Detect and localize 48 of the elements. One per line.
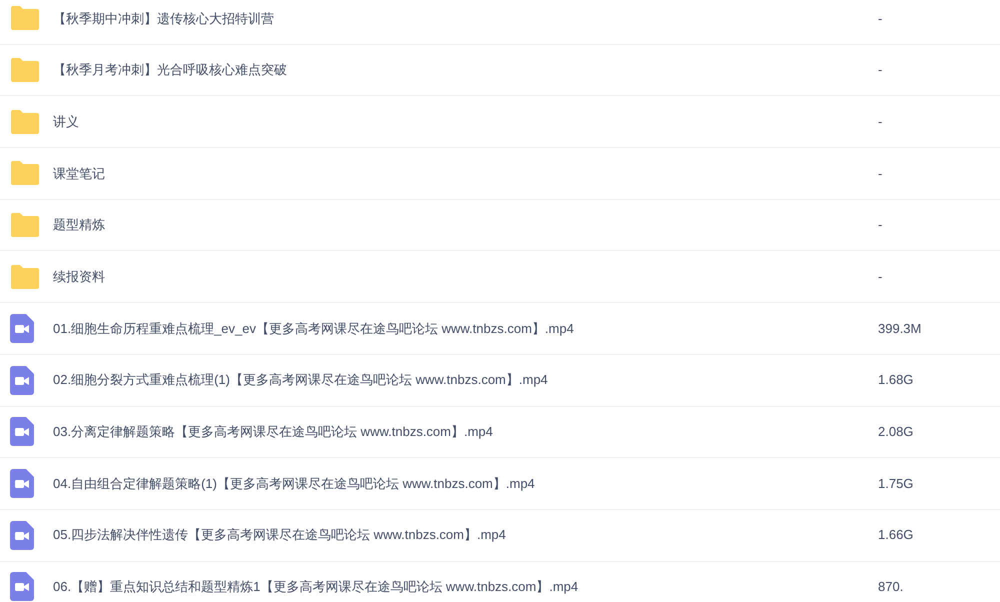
file-row[interactable]: 【秋季月考冲刺】光合呼吸核心难点突破 - [0, 44, 1000, 96]
file-row[interactable]: 课堂笔记 - [0, 148, 1000, 200]
video-file-icon [10, 314, 34, 343]
file-row[interactable]: 讲义 - [0, 96, 1000, 148]
file-size: 870. [878, 578, 904, 596]
file-size: 2.08G [878, 423, 914, 442]
file-size: 399.3M [878, 320, 922, 338]
file-row[interactable]: 【秋季期中冲刺】遗传核心大招特训营 - [0, 0, 1000, 45]
file-row[interactable]: 04.自由组合定律解题策略(1)【更多高考网课尽在途鸟吧论坛 www.tnbzs.com】.mp4 1.75G [0, 458, 1000, 510]
file-name: 05.四步法解决伴性遗传【更多高考网课尽在途鸟吧论坛 www.tnbzs.com】.mp4 [53, 526, 507, 544]
file-name: 01.细胞生命历程重难点梳理_ev_ev【更多高考网课尽在途鸟吧论坛 www.tnbzs.com】.mp4 [53, 320, 575, 338]
file-size: - [878, 61, 882, 80]
video-file-icon [10, 417, 34, 446]
file-name: 讲义 [53, 112, 80, 131]
file-name: 【秋季月考冲刺】光合呼吸核心难点突破 [53, 61, 288, 80]
file-size: - [878, 10, 882, 28]
file-name: 04.自由组合定律解题策略(1)【更多高考网课尽在途鸟吧论坛 www.tnbzs.com】.mp4 [53, 474, 536, 493]
file-size: 1.68G [878, 371, 914, 390]
file-size: 1.75G [878, 474, 914, 493]
file-name: 06.【赠】重点知识总结和题型精炼1【更多高考网课尽在途鸟吧论坛 www.tnbzs.com】.mp4 [53, 578, 580, 596]
file-name: 02.细胞分裂方式重难点梳理(1)【更多高考网课尽在途鸟吧论坛 www.tnbzs.com】.mp4 [53, 371, 549, 390]
file-size: - [878, 268, 882, 286]
file-row[interactable]: 05.四步法解决伴性遗传【更多高考网课尽在途鸟吧论坛 www.tnbzs.com】.mp4 1.66G [0, 510, 1000, 562]
folder-icon [10, 213, 40, 238]
video-file-icon [10, 366, 34, 395]
file-name: 续报资料 [53, 268, 106, 286]
file-name: 03.分离定律解题策略【更多高考网课尽在途鸟吧论坛 www.tnbzs.com】.mp4 [53, 423, 494, 442]
file-name: 题型精炼 [53, 216, 106, 234]
folder-icon [10, 6, 40, 30]
folder-icon [10, 110, 40, 134]
file-size: 1.66G [878, 526, 914, 544]
file-row[interactable]: 06.【赠】重点知识总结和题型精炼1【更多高考网课尽在途鸟吧论坛 www.tnbzs.com】.mp4 870. [0, 562, 1000, 602]
folder-icon [10, 161, 40, 186]
file-row[interactable]: 03.分离定律解题策略【更多高考网课尽在途鸟吧论坛 www.tnbzs.com】.mp4 2.08G [0, 406, 1000, 458]
file-size: - [878, 216, 882, 234]
video-file-icon [10, 520, 34, 550]
file-name: 课堂笔记 [53, 164, 106, 183]
file-size: - [878, 112, 882, 131]
folder-icon [10, 264, 40, 289]
video-file-icon [10, 469, 34, 498]
file-row[interactable]: 题型精炼 - [0, 200, 1000, 252]
file-row[interactable]: 01.细胞生命历程重难点梳理_ev_ev【更多高考网课尽在途鸟吧论坛 www.tnbzs.com】.mp4 399.3M [0, 303, 1000, 355]
file-row[interactable]: 续报资料 - [0, 251, 1000, 304]
folder-icon [10, 58, 40, 82]
file-name: 【秋季期中冲刺】遗传核心大招特训营 [53, 10, 275, 28]
video-file-icon [10, 572, 34, 602]
file-size: - [878, 164, 882, 183]
file-row[interactable]: 02.细胞分裂方式重难点梳理(1)【更多高考网课尽在途鸟吧论坛 www.tnbzs.com】.mp4 1.68G [0, 354, 1000, 406]
